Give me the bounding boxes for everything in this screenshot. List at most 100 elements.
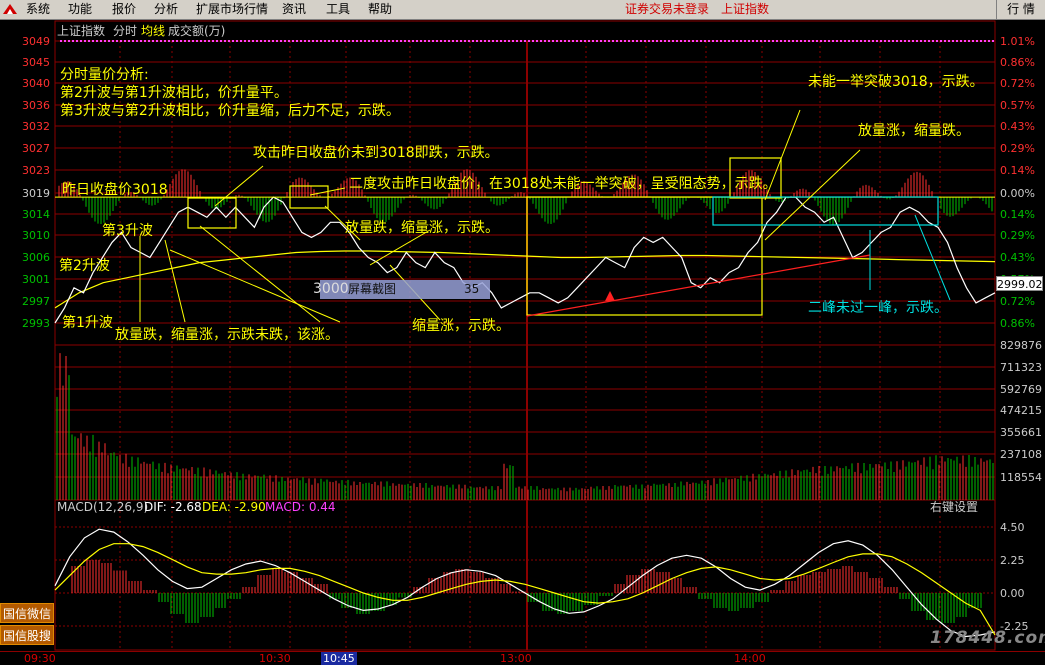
tick-marker	[440, 40, 442, 42]
guosen-wechat-button[interactable]: 国信微信	[0, 603, 54, 623]
tick-marker	[636, 40, 638, 42]
tick-marker	[816, 40, 818, 42]
tick-marker	[456, 40, 458, 42]
quote-mode-button[interactable]: 行 情	[996, 0, 1045, 19]
price-tick-left: 3006	[22, 251, 50, 264]
tick-marker	[308, 40, 310, 42]
tick-marker	[232, 40, 234, 42]
tick-marker	[688, 40, 690, 42]
tick-marker	[88, 40, 90, 42]
tick-marker	[812, 40, 814, 42]
tick-marker	[796, 40, 798, 42]
tick-marker	[396, 40, 398, 42]
menu-quote[interactable]: 报价	[112, 2, 136, 17]
menu-news[interactable]: 资讯	[282, 2, 306, 17]
tick-marker	[192, 40, 194, 42]
tick-marker	[976, 40, 978, 42]
tick-marker	[580, 40, 582, 42]
tick-marker	[764, 40, 766, 42]
tick-marker	[428, 40, 430, 42]
tick-marker	[916, 40, 918, 42]
tick-marker	[984, 40, 986, 42]
tick-marker	[132, 40, 134, 42]
tick-marker	[116, 40, 118, 42]
guosen-search-button[interactable]: 国信股搜	[0, 625, 54, 645]
tick-marker	[356, 40, 358, 42]
app-logo-icon	[3, 4, 17, 14]
tick-marker	[876, 40, 878, 42]
tick-marker	[220, 40, 222, 42]
tick-marker	[936, 40, 938, 42]
tick-marker	[304, 40, 306, 42]
chart-header: 上证指数 分时 均线 成交额(万)	[57, 23, 225, 38]
intraday-chart[interactable]: 3049 3045 3040 3036 3032 3027 3023 3019 3014 3010…	[0, 20, 1045, 651]
break-fail-annotation: 未能一举突破3018，示跌。	[808, 74, 984, 90]
tick-marker	[732, 40, 734, 42]
two-peaks-annotation: 二峰未过一峰，示跌。	[808, 300, 948, 316]
price-tick-right: 0.57%	[1000, 99, 1035, 112]
tick-marker	[556, 40, 558, 42]
tick-marker	[360, 40, 362, 42]
tick-marker	[348, 40, 350, 42]
tick-marker	[544, 40, 546, 42]
time-label-1300: 13:00	[500, 652, 532, 665]
tick-marker	[824, 40, 826, 42]
tick-marker	[720, 40, 722, 42]
tick-marker	[492, 40, 494, 42]
tick-marker	[756, 40, 758, 42]
shrink-down-annotation: 缩量涨，示跌。	[412, 318, 510, 334]
tick-marker	[660, 40, 662, 42]
menu-analysis[interactable]: 分析	[154, 2, 178, 17]
tick-marker	[72, 40, 74, 42]
menu-help[interactable]: 帮助	[368, 2, 392, 17]
tick-marker	[408, 40, 410, 42]
tick-marker	[80, 40, 82, 42]
menu-tools[interactable]: 工具	[326, 2, 350, 17]
time-label-cursor: 10:45	[321, 652, 357, 665]
tick-marker	[288, 40, 290, 42]
analysis-title: 分时量价分析:	[60, 67, 149, 83]
attack2-annotation: 二度攻击昨日收盘价，在3018处未能一举突破，呈受阻态势，示跌。	[349, 175, 777, 192]
tick-marker	[140, 40, 142, 42]
tick-marker	[612, 40, 614, 42]
time-axis: 09:30 10:30 10:45 13:00 14:00	[0, 651, 1045, 665]
tick-marker	[320, 40, 322, 42]
tick-marker	[384, 40, 386, 42]
wave2-label: 第2升波	[59, 257, 110, 274]
vol-up-down-annotation: 放量涨，缩量跌。	[858, 123, 970, 139]
cursor-price: 3000	[313, 281, 349, 297]
tick-marker	[820, 40, 822, 42]
tick-marker	[496, 40, 498, 42]
price-tick-right: 0.86%	[1000, 56, 1035, 69]
tick-marker	[684, 40, 686, 42]
tick-marker	[324, 40, 326, 42]
menu-system[interactable]: 系统	[26, 2, 50, 17]
attack1-annotation: 攻击昨日收盘价未到3018即跌，示跌。	[253, 144, 499, 161]
volume-tick: 829876	[1000, 339, 1042, 352]
volume-unit-label: 成交额(万)	[168, 23, 225, 38]
tick-marker	[400, 40, 402, 42]
macd-params: MACD(12,26,9)	[57, 500, 148, 514]
tick-marker	[432, 40, 434, 42]
tick-marker	[244, 40, 246, 42]
menu-extended-market[interactable]: 扩展市场行情	[196, 2, 268, 17]
price-tick-right: 0.86%	[1000, 317, 1035, 330]
tick-marker	[268, 40, 270, 42]
tick-marker	[112, 40, 114, 42]
tick-marker	[564, 40, 566, 42]
tick-marker	[736, 40, 738, 42]
tick-marker	[932, 40, 934, 42]
tick-marker	[216, 40, 218, 42]
tick-marker	[728, 40, 730, 42]
analysis-line-2: 第3升波与第2升波相比，价升量缩，后力不足，示跌。	[60, 102, 400, 119]
price-tick-right: 0.14%	[1000, 164, 1035, 177]
volume-tick: 355661	[1000, 426, 1042, 439]
tick-marker	[248, 40, 250, 42]
price-tick-left: 3019	[22, 187, 50, 200]
tick-marker	[520, 40, 522, 42]
tick-marker	[652, 40, 654, 42]
tick-marker	[952, 40, 954, 42]
menu-function[interactable]: 功能	[68, 2, 92, 17]
current-price-tag: 2999.02	[996, 276, 1043, 291]
macd-dif-line	[54, 528, 996, 638]
